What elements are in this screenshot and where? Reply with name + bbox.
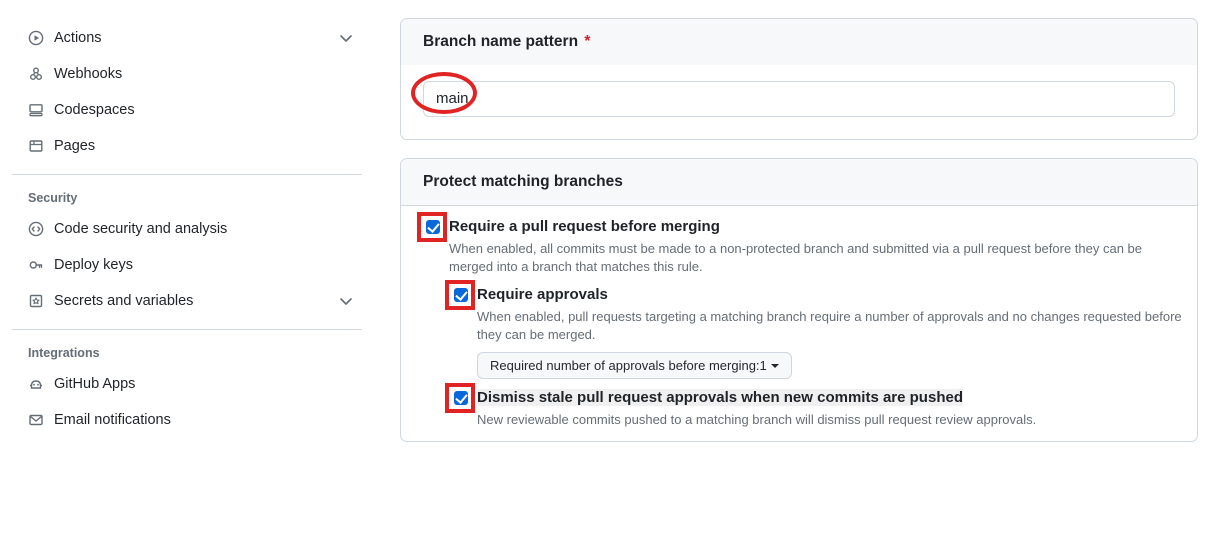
panel-title: Branch name pattern xyxy=(423,33,578,50)
caret-down-icon xyxy=(771,364,779,368)
dropdown-value: 1 xyxy=(760,358,767,373)
rule-title: Require a pull request before merging xyxy=(449,216,1189,238)
annotation-box xyxy=(445,280,475,310)
rule-require-pull-request: Require a pull request before merging Wh… xyxy=(417,210,1189,278)
key-icon xyxy=(28,257,44,273)
rule-description: New reviewable commits pushed to a match… xyxy=(477,411,1189,429)
require-pr-checkbox[interactable] xyxy=(426,220,440,234)
required-approvals-dropdown[interactable]: Required number of approvals before merg… xyxy=(477,352,792,379)
rule-require-approvals: Require approvals When enabled, pull req… xyxy=(445,278,1189,381)
sidebar-item-label: Deploy keys xyxy=(54,257,352,273)
branch-name-pattern-input[interactable] xyxy=(423,81,1175,117)
panel-title: Protect matching branches xyxy=(423,173,623,190)
sidebar-item-code-security[interactable]: Code security and analysis xyxy=(0,211,362,247)
rule-title: Require approvals xyxy=(477,284,1189,306)
sidebar-separator xyxy=(12,174,362,175)
codescan-icon xyxy=(28,221,44,237)
sidebar-item-label: GitHub Apps xyxy=(54,376,352,392)
sidebar-item-label: Email notifications xyxy=(54,412,352,428)
protect-branches-panel: Protect matching branches Require a pull… xyxy=(400,158,1198,442)
panel-heading: Branch name pattern * xyxy=(401,19,1197,65)
sidebar-item-codespaces[interactable]: Codespaces xyxy=(0,92,362,128)
sidebar-item-github-apps[interactable]: GitHub Apps xyxy=(0,366,362,402)
sidebar-item-deploy-keys[interactable]: Deploy keys xyxy=(0,247,362,283)
sidebar-item-pages[interactable]: Pages xyxy=(0,128,362,164)
annotation-box xyxy=(417,212,447,242)
rule-title: Dismiss stale pull request approvals whe… xyxy=(477,387,1189,409)
panel-heading: Protect matching branches xyxy=(401,159,1197,206)
sidebar-item-actions[interactable]: Actions xyxy=(0,20,362,56)
chevron-down-icon xyxy=(338,294,352,308)
settings-sidebar: Actions Webhooks Codespaces Pages Securi… xyxy=(0,0,372,537)
webhook-icon xyxy=(28,66,44,82)
required-marker: * xyxy=(584,33,590,50)
sidebar-item-label: Actions xyxy=(54,30,338,46)
sidebar-item-label: Pages xyxy=(54,138,352,154)
codespaces-icon xyxy=(28,102,44,118)
rule-dismiss-stale: Dismiss stale pull request approvals whe… xyxy=(445,381,1189,431)
key-asterisk-icon xyxy=(28,293,44,309)
annotation-box xyxy=(445,383,475,413)
main-content: Branch name pattern * Protect matching b… xyxy=(372,0,1212,537)
sidebar-separator xyxy=(12,329,362,330)
dismiss-stale-checkbox[interactable] xyxy=(454,391,468,405)
sidebar-item-webhooks[interactable]: Webhooks xyxy=(0,56,362,92)
annotation-circle xyxy=(423,81,1175,117)
chevron-down-icon xyxy=(338,31,352,45)
sidebar-heading-security: Security xyxy=(0,181,362,211)
rule-description: When enabled, all commits must be made t… xyxy=(449,240,1169,276)
branch-name-panel: Branch name pattern * xyxy=(400,18,1198,140)
dropdown-label-prefix: Required number of approvals before merg… xyxy=(490,358,760,373)
sidebar-item-label: Secrets and variables xyxy=(54,293,338,309)
mail-icon xyxy=(28,412,44,428)
browser-icon xyxy=(28,138,44,154)
play-circle-icon xyxy=(28,30,44,46)
sidebar-item-email-notifications[interactable]: Email notifications xyxy=(0,402,362,438)
require-approvals-checkbox[interactable] xyxy=(454,288,468,302)
sidebar-heading-integrations: Integrations xyxy=(0,336,362,366)
hubot-icon xyxy=(28,376,44,392)
sidebar-item-label: Codespaces xyxy=(54,102,352,118)
sidebar-item-secrets[interactable]: Secrets and variables xyxy=(0,283,362,319)
rule-description: When enabled, pull requests targeting a … xyxy=(477,308,1189,344)
sidebar-item-label: Webhooks xyxy=(54,66,352,82)
sidebar-item-label: Code security and analysis xyxy=(54,221,352,237)
